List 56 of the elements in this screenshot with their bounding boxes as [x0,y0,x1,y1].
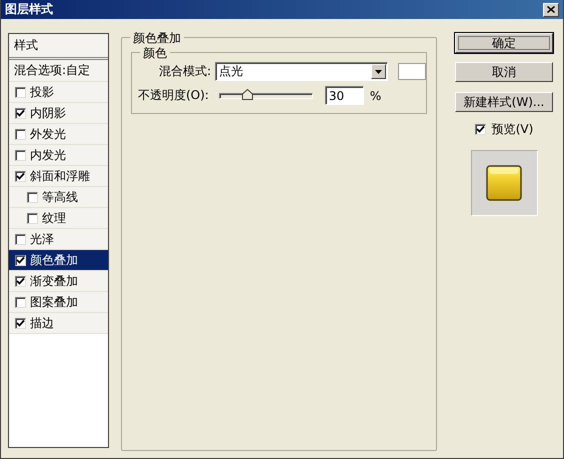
style-item[interactable]: 颜色叠加 [9,250,108,271]
style-item[interactable]: 描边 [9,313,108,334]
checkbox-label: 预览(V) [492,121,534,138]
checkbox[interactable] [15,108,26,118]
color-swatch[interactable] [398,63,426,80]
opacity-field[interactable]: 30 [324,86,364,105]
style-label: 描边 [30,314,54,332]
group-title: 颜色 [140,45,170,62]
style-item[interactable]: 外发光 [9,124,108,145]
checkbox[interactable] [15,86,26,98]
dialog-button[interactable]: 取消 [455,62,553,82]
style-label: 纹理 [42,210,66,226]
caret-icon[interactable] [370,64,386,79]
style-item[interactable]: 等高线 [9,187,108,208]
style-preview-drawing [486,165,522,201]
field-label: 不透明度(O): [138,87,209,104]
checkbox[interactable] [15,296,26,308]
style-item[interactable]: 斜面和浮雕 [9,166,108,187]
checkbox[interactable] [15,150,26,160]
style-label: 内阴影 [30,104,66,122]
checkbox[interactable] [474,124,486,135]
blend-mode-dropdown[interactable]: 点光 [215,62,388,81]
checkbox[interactable] [15,128,26,140]
style-label: 外发光 [30,126,66,142]
field-label: 混合模式: [159,63,212,80]
style-item[interactable]: 投影 [9,82,108,103]
slider-thumb[interactable] [242,88,254,100]
style-item[interactable]: 渐变叠加 [9,271,108,292]
style-item[interactable]: 内发光 [9,145,108,166]
style-label: 图案叠加 [30,294,78,310]
style-label: 渐变叠加 [30,272,78,290]
unit-label: % [370,88,382,102]
style-label: 光泽 [30,230,54,248]
checkbox[interactable] [27,212,38,224]
close-icon[interactable] [543,2,559,16]
style-item[interactable]: 光泽 [9,229,108,250]
checkbox[interactable] [15,318,26,328]
style-item[interactable]: 内阴影 [9,103,108,124]
checkbox[interactable] [15,170,26,182]
checkbox[interactable] [15,254,26,266]
list-item[interactable]: 混合选项:自定 [9,60,108,82]
style-label: 内发光 [30,146,66,164]
style-item[interactable]: 纹理 [9,208,108,229]
dialog-button[interactable]: 新建样式(W)... [455,92,553,112]
list-header: 样式 [9,34,108,60]
section-title: 颜色叠加 [130,30,184,47]
style-label: 颜色叠加 [30,252,78,268]
window-title: 图层样式 [5,1,53,18]
style-label: 投影 [30,84,54,100]
checkbox[interactable] [27,192,38,202]
dialog-button[interactable]: 确定 [455,33,553,53]
style-label: 等高线 [42,188,78,206]
checkbox[interactable] [15,234,26,244]
style-label: 斜面和浮雕 [30,168,90,184]
checkbox[interactable] [15,276,26,286]
style-item[interactable]: 图案叠加 [9,292,108,313]
